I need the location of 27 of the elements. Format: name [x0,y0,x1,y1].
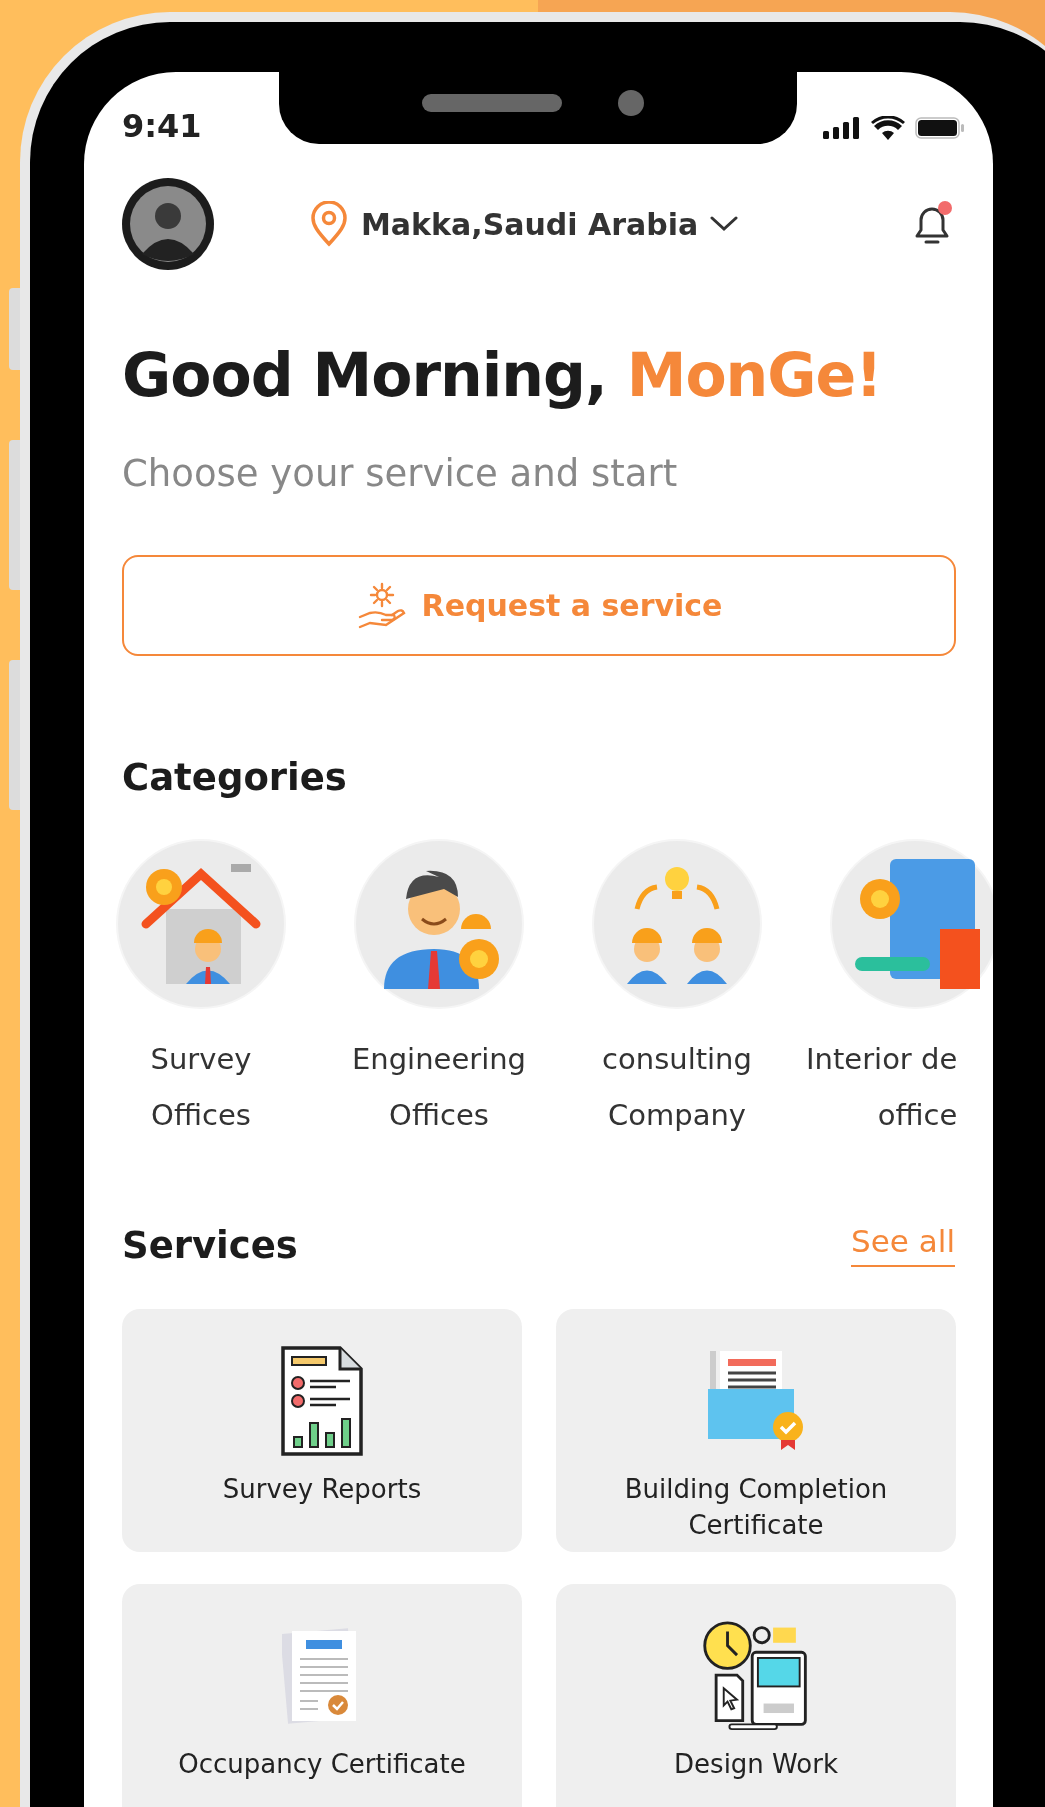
section-title: Categories [122,756,348,799]
report-document-icon [280,1345,364,1457]
camera [618,90,644,116]
service-label: Building Completion Certificate [623,1473,889,1543]
category-label: Survey Offices [150,1041,252,1134]
avatar[interactable] [122,178,214,270]
greeting-title: Good Morning, MonGe! [122,340,883,410]
category-label: consulting Company [602,1041,752,1134]
service-card[interactable]: Design Work [556,1584,956,1807]
chevron-down-icon[interactable] [710,216,739,232]
service-label: Occupancy Certificate [178,1748,466,1781]
service-card[interactable]: Building Completion Certificate [556,1309,956,1552]
category-icon[interactable] [354,839,524,1009]
subtitle: Choose your service and start [122,452,679,495]
category-label: Interior de office [806,1041,958,1134]
service-label: Design Work [674,1748,838,1781]
service-card[interactable]: Survey Reports [122,1309,522,1552]
section-title: Services [122,1224,298,1267]
location-selector[interactable]: Makka,Saudi Arabia [361,206,699,242]
status-time: 9:41 [122,110,202,142]
service-card[interactable]: Occupancy Certificate [122,1584,522,1807]
signal-icon [823,117,861,139]
category-label: Engineering Offices [352,1041,526,1134]
battery-icon [915,117,965,139]
service-label: Survey Reports [222,1473,422,1506]
location-pin-icon [309,201,349,247]
wifi-icon [871,116,905,140]
